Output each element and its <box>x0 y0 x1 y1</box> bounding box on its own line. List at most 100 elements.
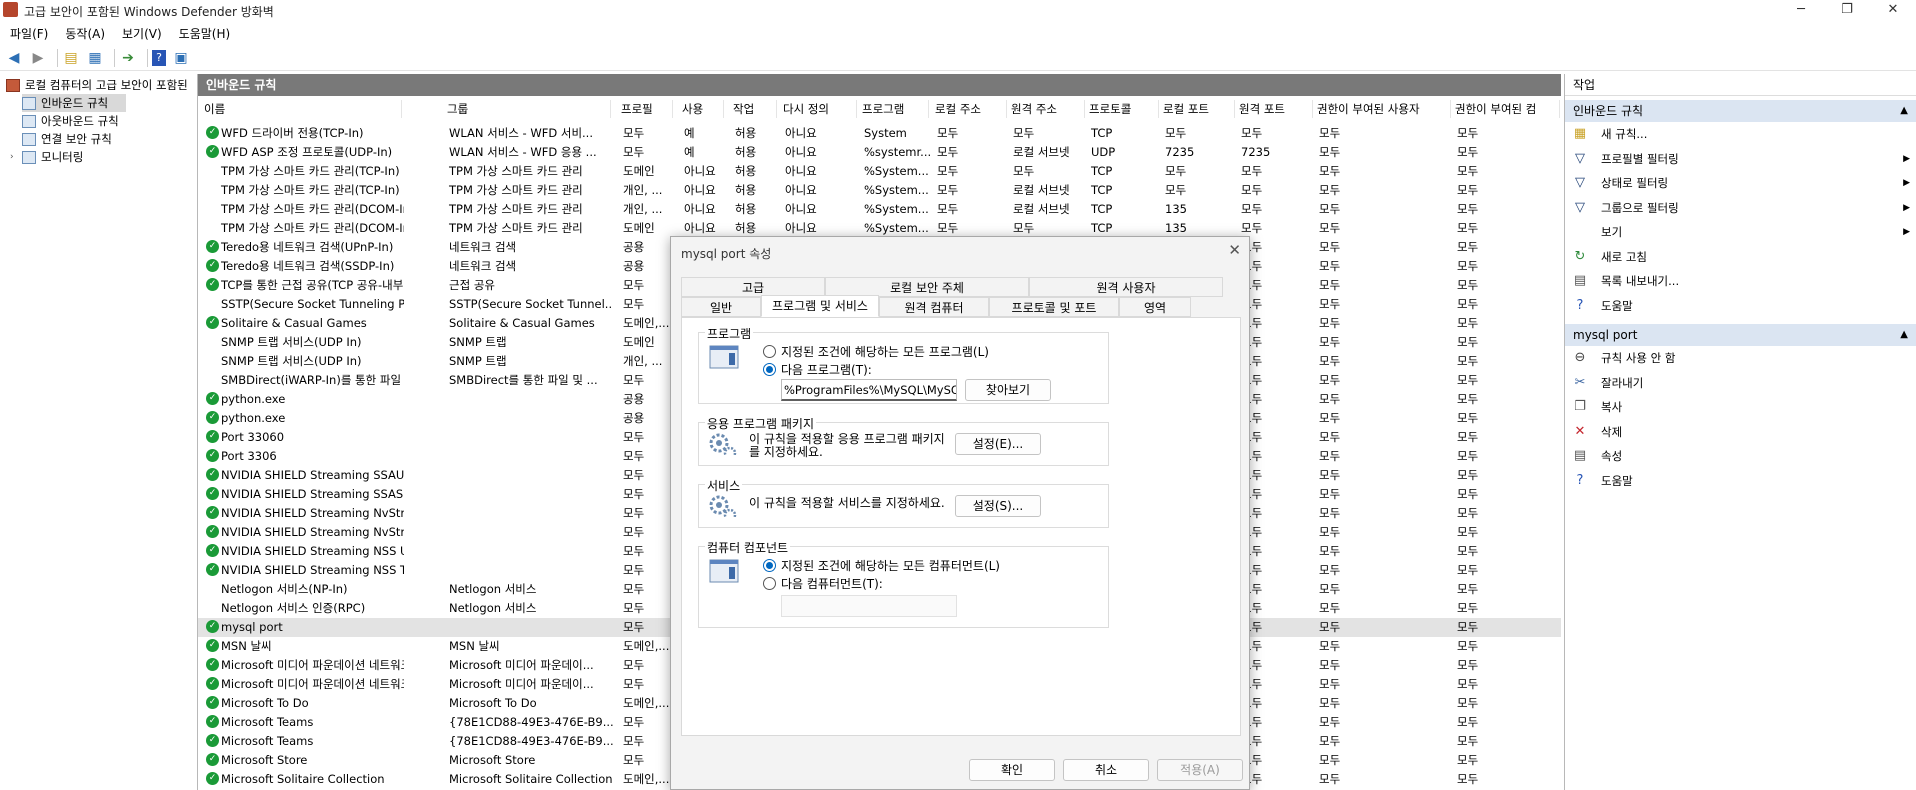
column-header[interactable]: 원격 포트 <box>1235 100 1313 118</box>
rule-cell: 모두 <box>1453 314 1561 333</box>
toolbar-separator <box>57 48 58 67</box>
action-item[interactable]: ⊖ 규칙 사용 안 함 <box>1565 346 1916 371</box>
browse-button[interactable]: 찾아보기 <box>965 379 1051 401</box>
tab-local-principals[interactable]: 로컬 보안 주체 <box>825 277 1029 297</box>
tab-remote-computers[interactable]: 원격 컴퓨터 <box>879 297 989 317</box>
action-item[interactable]: ✂ 잘라내기 <box>1565 371 1916 396</box>
radio-button[interactable] <box>763 345 776 358</box>
cell-text: 아니요 <box>785 183 817 197</box>
menu-file[interactable]: 파일(F) <box>10 25 48 42</box>
rule-cell: 모두 <box>1315 561 1453 580</box>
radio-label: 지정된 조건에 해당하는 모든 프로그램(L) <box>781 345 989 359</box>
tab-advanced[interactable]: 고급 <box>681 277 825 297</box>
rule-row[interactable]: TPM 가상 스마트 카드 관리(TCP-In) TPM 가상 스마트 카드 관리… <box>198 181 1561 200</box>
rule-cell: 모두 <box>1453 504 1561 523</box>
console-tree-icon[interactable]: ▦ <box>86 49 104 67</box>
action-item[interactable]: ✕ 삭제 <box>1565 420 1916 445</box>
cell-text: 모두 <box>623 449 645 463</box>
column-header[interactable]: 사용 <box>678 100 724 118</box>
radio-button-selected[interactable] <box>763 363 776 376</box>
rule-cell: 모두 <box>1315 238 1453 257</box>
packages-settings-button[interactable]: 설정(E)... <box>955 433 1041 455</box>
radio-button-selected[interactable] <box>763 559 776 572</box>
rule-cell: 모두 <box>1453 143 1561 162</box>
radio-all-components[interactable]: 지정된 조건에 해당하는 모든 컴퓨터먼트(L) <box>763 557 1000 574</box>
column-header[interactable]: 그룹 <box>443 100 611 118</box>
rule-cell: 도메인,... <box>619 694 675 713</box>
menu-view[interactable]: 보기(V) <box>122 25 162 42</box>
column-header[interactable]: 이름 <box>200 100 402 118</box>
cell-text: MSN 날씨 <box>221 639 272 653</box>
column-header[interactable]: 프로토콜 <box>1085 100 1159 118</box>
action-item[interactable]: ▽ 상태로 필터링 ▶ <box>1565 171 1916 196</box>
action-item[interactable]: 보기 ▶ <box>1565 220 1916 245</box>
tab-general[interactable]: 일반 <box>681 297 761 317</box>
column-header[interactable]: 로컬 포트 <box>1159 100 1235 118</box>
action-item[interactable]: ▽ 프로필별 필터링 ▶ <box>1565 147 1916 172</box>
back-arrow-icon[interactable]: ◀ <box>5 49 23 67</box>
menu-help[interactable]: 도움말(H) <box>179 25 231 42</box>
column-header[interactable]: 로컬 주소 <box>931 100 1007 118</box>
rule-row[interactable]: ✓ WFD 드라이버 전용(TCP-In) WLAN 서비스 - WFD 서비...… <box>198 124 1561 143</box>
minimize-button[interactable]: ─ <box>1778 0 1824 22</box>
column-header[interactable]: 작업 <box>729 100 777 118</box>
cell-text: SSTP(Secure Socket Tunnel... <box>449 297 613 311</box>
column-header[interactable]: 다시 정의 <box>779 100 857 118</box>
tree-item-outbound[interactable]: 아웃바운드 규칙 <box>22 112 119 130</box>
tab-protocols-ports[interactable]: 프로토콜 및 포트 <box>989 297 1119 317</box>
action-item[interactable]: ▽ 그룹으로 필터링 ▶ <box>1565 196 1916 221</box>
tree-item-monitoring[interactable]: › 모니터링 <box>10 148 83 166</box>
tree-item-inbound[interactable]: 인바운드 규칙 <box>22 94 126 112</box>
help-icon[interactable]: ? <box>152 49 166 66</box>
column-header[interactable]: 원격 주소 <box>1007 100 1085 118</box>
actions-section-inbound[interactable]: 인바운드 규칙 ▲ <box>1565 100 1916 122</box>
component-input[interactable] <box>781 595 957 617</box>
rule-row[interactable]: TPM 가상 스마트 카드 관리(TCP-In) TPM 가상 스마트 카드 관리… <box>198 162 1561 181</box>
rule-cell: 모두 <box>1315 523 1453 542</box>
properties-icon[interactable]: ▣ <box>172 49 190 67</box>
menu-action[interactable]: 동작(A) <box>65 25 105 42</box>
rule-name-cell: ✓ Microsoft Teams <box>202 732 404 751</box>
restore-button[interactable]: ❐ <box>1824 0 1870 22</box>
action-item[interactable]: ? 도움말 <box>1565 469 1916 494</box>
services-settings-button[interactable]: 설정(S)... <box>955 495 1041 517</box>
action-item[interactable]: ? 도움말 <box>1565 294 1916 319</box>
dialog-close-icon[interactable]: ✕ <box>1228 241 1241 259</box>
action-item[interactable]: ▦ 새 규칙... <box>1565 122 1916 147</box>
apply-button[interactable]: 적용(A) <box>1157 759 1243 781</box>
column-header[interactable]: 프로필 <box>617 100 673 118</box>
tree-item-connection-security[interactable]: 연결 보안 규칙 <box>22 130 112 148</box>
action-item[interactable]: ▤ 속성 <box>1565 444 1916 469</box>
tree-root[interactable]: 로컬 컴퓨터의 고급 보안이 포함된 Windows Defender 방화벽 <box>6 76 191 94</box>
close-button[interactable]: ✕ <box>1870 0 1916 22</box>
column-header[interactable]: 권한이 부여된 사용자 <box>1313 100 1451 118</box>
export-icon[interactable]: ➔ <box>119 49 137 67</box>
actions-section-rule[interactable]: mysql port ▲ <box>1565 324 1916 346</box>
tab-remote-users[interactable]: 원격 사용자 <box>1029 277 1223 297</box>
folder-up-icon[interactable]: ▤ <box>62 49 80 67</box>
column-header[interactable]: 권한이 부여된 컴 <box>1451 100 1560 118</box>
tab-programs-services[interactable]: 프로그램 및 서비스 <box>761 295 879 317</box>
cell-text: WLAN 서비스 - WFD 서비... <box>449 126 593 140</box>
expand-chevron-icon[interactable]: › <box>10 148 22 166</box>
action-item[interactable]: ❐ 복사 <box>1565 395 1916 420</box>
action-label: 새로 고침 <box>1601 249 1647 264</box>
tree-item-label: 인바운드 규칙 <box>41 96 109 110</box>
program-path-input[interactable]: %ProgramFiles%\MySQL\MySQL S <box>781 379 957 401</box>
radio-this-component[interactable]: 다음 컴퓨터먼트(T): <box>763 575 883 592</box>
collapse-triangle-icon[interactable]: ▲ <box>1900 324 1908 346</box>
action-item[interactable]: ↻ 새로 고침 <box>1565 245 1916 270</box>
tab-scope[interactable]: 영역 <box>1119 297 1191 317</box>
cell-text: 모두 <box>623 297 645 311</box>
rule-row[interactable]: ✓ WFD ASP 조정 프로토콜(UDP-In) WLAN 서비스 - WFD 응… <box>198 143 1561 162</box>
action-item[interactable]: ▤ 목록 내보내기... <box>1565 269 1916 294</box>
radio-button[interactable] <box>763 577 776 590</box>
column-header[interactable]: 프로그램 <box>858 100 929 118</box>
radio-this-program[interactable]: 다음 프로그램(T): <box>763 361 872 378</box>
ok-button[interactable]: 확인 <box>969 759 1055 781</box>
collapse-triangle-icon[interactable]: ▲ <box>1900 100 1908 122</box>
cancel-button[interactable]: 취소 <box>1063 759 1149 781</box>
forward-arrow-icon[interactable]: ▶ <box>29 49 47 67</box>
radio-all-programs[interactable]: 지정된 조건에 해당하는 모든 프로그램(L) <box>763 343 989 360</box>
rule-row[interactable]: TPM 가상 스마트 카드 관리(DCOM-In) TPM 가상 스마트 카드 관… <box>198 200 1561 219</box>
